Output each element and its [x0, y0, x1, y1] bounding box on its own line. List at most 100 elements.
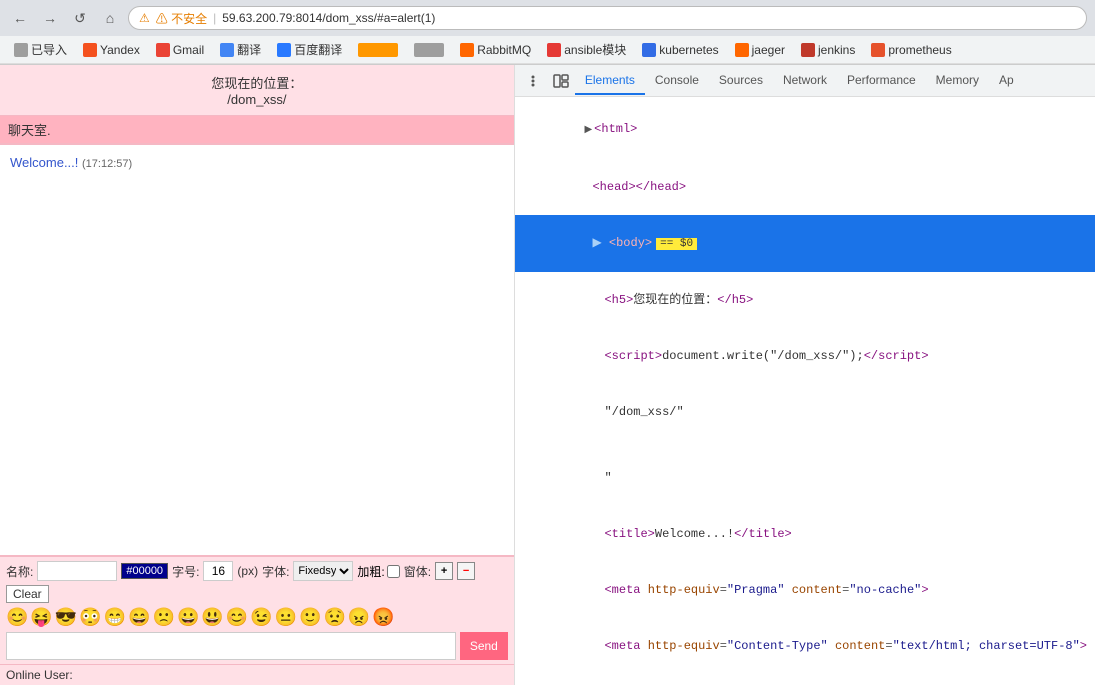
- bookmark-kubernetes[interactable]: kubernetes: [636, 41, 724, 59]
- tag-head: <head></head>: [592, 180, 686, 194]
- equals-badge: == $0: [656, 238, 697, 250]
- online-label: Online User:: [6, 668, 73, 682]
- send-button[interactable]: Send: [460, 632, 508, 660]
- name-label: 名称:: [6, 563, 33, 580]
- bookmark-label: ansible模块: [564, 41, 626, 58]
- forward-button[interactable]: →: [38, 6, 62, 30]
- emoji-10[interactable]: 😉: [250, 607, 272, 628]
- emoji-0[interactable]: 😊: [6, 607, 28, 628]
- devtools-panel: Elements Console Sources Network Perform…: [515, 65, 1095, 685]
- dom-line-text1[interactable]: "/dom_xss/": [515, 384, 1095, 440]
- bold-checkbox[interactable]: [387, 565, 400, 578]
- devtools-menu-icon[interactable]: [519, 67, 547, 95]
- tab-memory[interactable]: Memory: [926, 67, 989, 95]
- browser-titlebar: ← → ↺ ⌂ ⚠ ⚠ 不安全 | 59.63.200.79:8014/dom_…: [0, 0, 1095, 36]
- dom-line-h5[interactable]: <h5>您现在的位置：</h5>: [515, 272, 1095, 328]
- emoji-5[interactable]: 😄: [128, 607, 150, 628]
- message-input[interactable]: [6, 632, 456, 660]
- chat-panel: 您现在的位置： /dom_xss/ 聊天室. Welcome...! (17:1…: [0, 65, 515, 685]
- message-text: Welcome...!: [10, 155, 78, 170]
- bookmark-translate1[interactable]: 翻译: [214, 39, 267, 60]
- tab-elements[interactable]: Elements: [575, 67, 645, 95]
- color-value: #00000: [126, 565, 163, 577]
- emoji-2[interactable]: 😎: [55, 607, 77, 628]
- dom-line-meta-keywords[interactable]: <meta name="keywords" content="Welcome..…: [515, 674, 1095, 685]
- clear-button[interactable]: Clear: [6, 585, 49, 603]
- emoji-14[interactable]: 😠: [348, 607, 370, 628]
- width-plus-button[interactable]: +: [435, 562, 453, 580]
- chat-message: Welcome...! (17:12:57): [10, 155, 504, 170]
- bookmark-icon: [642, 43, 656, 57]
- chat-header: 您现在的位置： /dom_xss/: [0, 65, 514, 116]
- emoji-11[interactable]: 😐: [275, 607, 297, 628]
- emoji-7[interactable]: 😀: [177, 607, 199, 628]
- bookmark-gmail[interactable]: Gmail: [150, 41, 210, 59]
- attr-content1: content: [792, 583, 842, 597]
- bookmark-icon: [83, 43, 97, 57]
- name-input[interactable]: [37, 561, 117, 581]
- attr-val-nocache: "no-cache": [849, 583, 921, 597]
- emoji-8[interactable]: 😃: [201, 607, 223, 628]
- home-button[interactable]: ⌂: [98, 6, 122, 30]
- bookmark-yandex[interactable]: Yandex: [77, 41, 146, 59]
- tag-title-open: <title>: [604, 527, 654, 541]
- bookmark-label: Yandex: [100, 43, 140, 57]
- elements-panel[interactable]: ▶<html> <head></head> ▶ <body>== $0 <h5>…: [515, 97, 1095, 685]
- attr-http-equiv2: http-equiv: [648, 639, 720, 653]
- chat-title-bar: 聊天室.: [0, 116, 514, 144]
- tab-performance[interactable]: Performance: [837, 67, 926, 95]
- bookmark-item6[interactable]: [408, 41, 450, 59]
- tag-meta-end2: >: [1080, 639, 1087, 653]
- bookmark-prometheus[interactable]: prometheus: [865, 41, 957, 59]
- tag-h5-open: <h5>: [604, 293, 633, 307]
- dom-line-head[interactable]: <head></head>: [515, 159, 1095, 215]
- emoji-15[interactable]: 😡: [372, 607, 394, 628]
- bookmark-label: 百度翻译: [294, 41, 342, 58]
- dom-line-body-selected[interactable]: ▶ <body>== $0: [515, 215, 1095, 272]
- bookmark-rabbitmq[interactable]: RabbitMQ: [454, 41, 537, 59]
- online-bar: Online User:: [0, 664, 514, 685]
- bookmark-ansible[interactable]: ansible模块: [541, 39, 632, 60]
- eq3: =: [720, 639, 727, 653]
- tab-sources[interactable]: Sources: [709, 67, 773, 95]
- color-box[interactable]: #00000: [121, 563, 168, 579]
- bookmark-label: jaeger: [752, 43, 785, 57]
- emoji-3[interactable]: 😳: [79, 607, 101, 628]
- chat-messages[interactable]: Welcome...! (17:12:57): [0, 144, 514, 556]
- tag-html: <html>: [594, 122, 637, 136]
- tab-app[interactable]: Ap: [989, 67, 1024, 95]
- dom-line-quote[interactable]: ": [515, 450, 1095, 506]
- bookmark-item5[interactable]: [352, 41, 404, 59]
- emoji-9[interactable]: 😊: [226, 607, 248, 628]
- attr-val-ct: "Content-Type": [727, 639, 828, 653]
- bookmark-translate2[interactable]: 百度翻译: [271, 39, 348, 60]
- emoji-13[interactable]: 😟: [323, 607, 345, 628]
- emoji-1[interactable]: 😝: [30, 607, 52, 628]
- triangle-icon: ▶: [584, 125, 592, 136]
- dom-line-script1[interactable]: <script>document.write("/dom_xss/");</sc…: [515, 328, 1095, 384]
- back-button[interactable]: ←: [8, 6, 32, 30]
- chat-title-text: 聊天室.: [8, 123, 51, 138]
- emoji-6[interactable]: 🙁: [153, 607, 175, 628]
- size-input[interactable]: [203, 561, 233, 581]
- dom-line-meta-contenttype[interactable]: <meta http-equiv="Content-Type" content=…: [515, 618, 1095, 674]
- tab-network[interactable]: Network: [773, 67, 837, 95]
- bookmark-jaeger[interactable]: jaeger: [729, 41, 791, 59]
- text-domxss: "/dom_xss/": [604, 405, 683, 419]
- font-select[interactable]: Fixedsy Arial Times: [293, 561, 353, 581]
- bookmark-icon: [735, 43, 749, 57]
- reload-button[interactable]: ↺: [68, 6, 92, 30]
- tab-console[interactable]: Console: [645, 67, 709, 95]
- emoji-4[interactable]: 😁: [104, 607, 126, 628]
- bookmark-yiru[interactable]: 已导入: [8, 39, 73, 60]
- devtools-layout-icon[interactable]: [547, 67, 575, 95]
- bookmark-jenkins[interactable]: jenkins: [795, 41, 861, 59]
- message-time: (17:12:57): [82, 158, 132, 170]
- dom-line-title[interactable]: <title>Welcome...!</title>: [515, 506, 1095, 562]
- tag-script1: <script>: [604, 349, 662, 363]
- width-minus-button[interactable]: −: [457, 562, 475, 580]
- dom-line-html[interactable]: ▶<html>: [515, 101, 1095, 159]
- emoji-12[interactable]: 🙂: [299, 607, 321, 628]
- dom-line-meta-pragma[interactable]: <meta http-equiv="Pragma" content="no-ca…: [515, 562, 1095, 618]
- address-bar[interactable]: ⚠ ⚠ 不安全 | 59.63.200.79:8014/dom_xss/#a=a…: [128, 6, 1087, 30]
